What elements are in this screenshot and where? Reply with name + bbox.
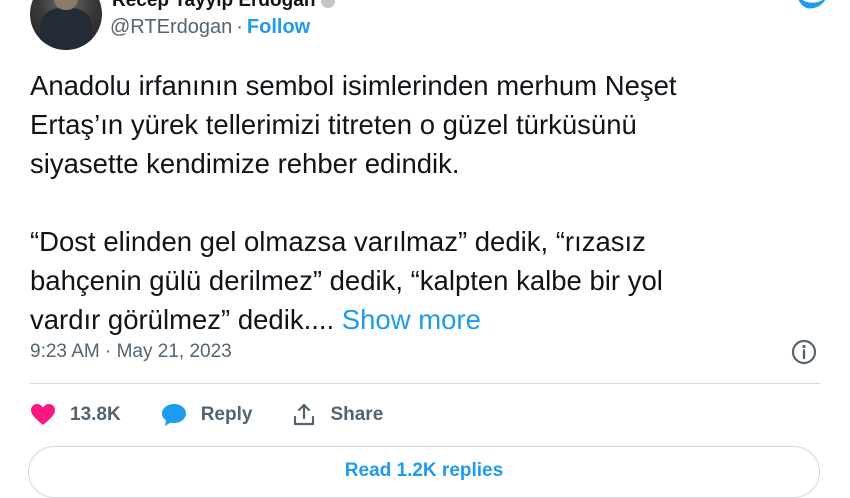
tweet-paragraph-2: “Dost elinden gel olmazsa varılmaz” dedi… <box>30 222 790 339</box>
share-upload-icon <box>294 403 315 426</box>
speech-bubble-icon <box>161 404 186 426</box>
share-label: Share <box>330 404 384 425</box>
reply-label: Reply <box>200 404 253 425</box>
follow-button[interactable]: Follow <box>247 16 310 38</box>
heart-icon <box>31 404 55 425</box>
author-handle[interactable]: @RTErdogan <box>110 16 232 38</box>
verified-badge-icon <box>321 0 336 8</box>
avatar-suit <box>40 8 92 50</box>
avatar[interactable] <box>30 0 102 50</box>
author-display-name[interactable]: Recep Tayyip Erdoğan <box>112 0 315 11</box>
separator-dot: · <box>236 16 243 38</box>
action-bar: 13.8K Reply Share <box>30 397 423 433</box>
read-replies-button[interactable]: Read 1.2K replies <box>28 446 820 498</box>
show-more-link[interactable]: Show more <box>342 304 481 335</box>
twitter-bird-icon[interactable] <box>792 0 832 12</box>
share-button[interactable]: Share <box>292 403 383 427</box>
divider <box>30 383 820 384</box>
like-count: 13.8K <box>70 404 121 425</box>
reply-button[interactable]: Reply <box>161 403 253 427</box>
like-button[interactable]: 13.8K <box>30 403 121 427</box>
info-icon[interactable] <box>790 338 818 366</box>
handle-row: @RTErdogan · Follow <box>110 16 310 39</box>
tweet-body: Anadolu irfanının sembol isimlerinden me… <box>30 66 790 339</box>
author-name-row[interactable]: Recep Tayyip Erdoğan <box>112 0 336 12</box>
tweet-paragraph-1: Anadolu irfanının sembol isimlerinden me… <box>30 70 677 179</box>
tweet-timestamp[interactable]: 9:23 AM · May 21, 2023 <box>30 341 232 363</box>
